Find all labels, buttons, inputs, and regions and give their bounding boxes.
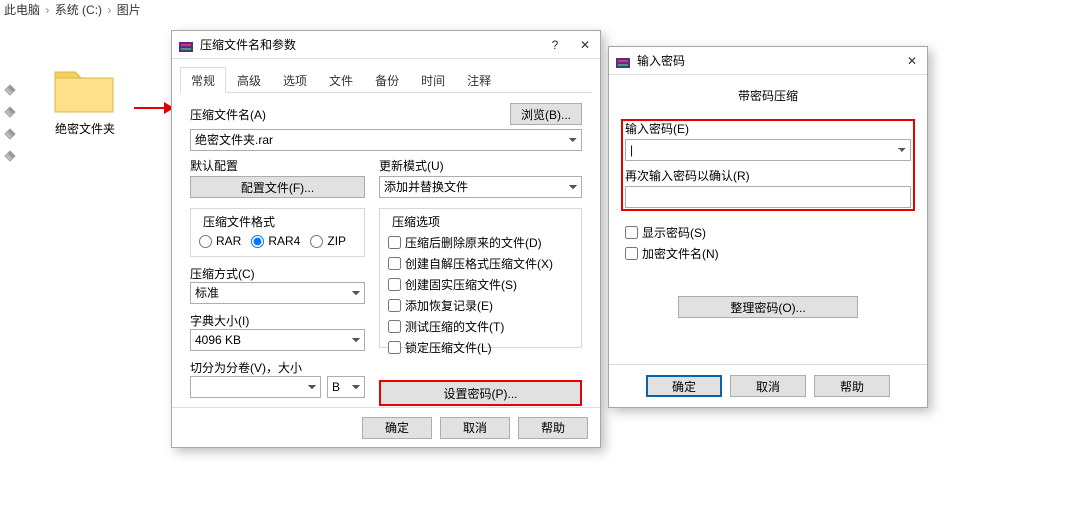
compress-ok-button[interactable]: 确定 [362, 417, 432, 439]
organize-passwords-button[interactable]: 整理密码(O)... [678, 296, 858, 318]
update-mode-label: 更新模式(U) [379, 157, 582, 174]
breadcrumb-seg[interactable]: 此电脑 [4, 3, 40, 17]
format-radio-rar[interactable]: RAR [199, 234, 241, 248]
tab-general[interactable]: 常规 [180, 67, 226, 93]
split-unit-select[interactable]: B [327, 376, 365, 398]
format-radio-rar4[interactable]: RAR4 [251, 234, 300, 248]
breadcrumb-seg[interactable]: 图片 [117, 3, 141, 17]
split-label: 切分为分卷(V)，大小 [190, 359, 365, 376]
close-button[interactable]: ✕ [897, 47, 927, 75]
breadcrumb: 此电脑 › 系统 (C:) › 图片 [0, 0, 1080, 22]
pin-icon [4, 150, 15, 161]
opt-solid[interactable]: 创建固实压缩文件(S) [388, 276, 573, 293]
pin-icon [4, 106, 15, 117]
tab-time[interactable]: 时间 [410, 67, 456, 93]
tab-backup[interactable]: 备份 [364, 67, 410, 93]
pin-icon [4, 128, 15, 139]
method-label: 压缩方式(C) [190, 265, 365, 282]
password-header: 带密码压缩 [625, 87, 911, 104]
chevron-right-icon: › [105, 3, 113, 17]
encrypt-names-checkbox[interactable]: 加密文件名(N) [625, 245, 911, 262]
update-mode-select[interactable]: 添加并替换文件 [379, 176, 582, 198]
close-button[interactable]: ✕ [570, 31, 600, 59]
annotation-box [621, 119, 915, 211]
default-profile-label: 默认配置 [190, 157, 365, 174]
compress-dialog: 压缩文件名和参数 ? ✕ 常规 高级 选项 文件 备份 时间 注释 压缩文件名(… [171, 30, 601, 448]
filename-input[interactable]: 绝密文件夹.rar [190, 129, 582, 151]
folder-label: 绝密文件夹 [44, 120, 126, 137]
app-icon [178, 37, 194, 53]
help-button[interactable]: ? [540, 31, 570, 59]
method-select[interactable]: 标准 [190, 282, 365, 304]
tab-files[interactable]: 文件 [318, 67, 364, 93]
password-ok-button[interactable]: 确定 [646, 375, 722, 397]
split-size-select[interactable] [190, 376, 321, 398]
tab-advanced[interactable]: 高级 [226, 67, 272, 93]
profile-button[interactable]: 配置文件(F)... [190, 176, 365, 198]
compress-help-button[interactable]: 帮助 [518, 417, 588, 439]
app-icon [615, 53, 631, 69]
browse-button[interactable]: 浏览(B)... [510, 103, 582, 125]
folder-icon [53, 62, 117, 116]
opt-delete-after[interactable]: 压缩后删除原来的文件(D) [388, 234, 573, 251]
opt-test[interactable]: 测试压缩的文件(T) [388, 318, 573, 335]
show-password-checkbox[interactable]: 显示密码(S) [625, 224, 911, 241]
opt-recovery[interactable]: 添加恢复记录(E) [388, 297, 573, 314]
options-group-label: 压缩选项 [388, 213, 444, 230]
compress-cancel-button[interactable]: 取消 [440, 417, 510, 439]
opt-lock[interactable]: 锁定压缩文件(L) [388, 339, 573, 356]
tab-comment[interactable]: 注释 [456, 67, 502, 93]
format-group-label: 压缩文件格式 [199, 213, 279, 230]
annotation-arrow-icon [134, 98, 174, 118]
dialog-tabs: 常规 高级 选项 文件 备份 时间 注释 [180, 67, 592, 93]
password-cancel-button[interactable]: 取消 [730, 375, 806, 397]
dialog-title: 输入密码 [637, 47, 897, 75]
opt-sfx[interactable]: 创建自解压格式压缩文件(X) [388, 255, 573, 272]
dialog-title: 压缩文件名和参数 [200, 31, 540, 59]
dict-select[interactable]: 4096 KB [190, 329, 365, 351]
set-password-button[interactable]: 设置密码(P)... [379, 380, 582, 406]
format-radio-zip[interactable]: ZIP [310, 234, 346, 248]
chevron-right-icon: › [43, 3, 51, 17]
pin-icon [4, 84, 15, 95]
breadcrumb-seg[interactable]: 系统 (C:) [55, 3, 102, 17]
tab-options[interactable]: 选项 [272, 67, 318, 93]
dialog-titlebar[interactable]: 压缩文件名和参数 ? ✕ [172, 31, 600, 59]
password-dialog: 输入密码 ✕ 带密码压缩 输入密码(E) | 再次输入密码以确认(R) 显示密码… [608, 46, 928, 408]
password-help-button[interactable]: 帮助 [814, 375, 890, 397]
dialog-titlebar[interactable]: 输入密码 ✕ [609, 47, 927, 75]
filename-label: 压缩文件名(A) [190, 106, 266, 123]
folder-item[interactable]: 绝密文件夹 [44, 62, 126, 137]
dict-label: 字典大小(I) [190, 312, 365, 329]
